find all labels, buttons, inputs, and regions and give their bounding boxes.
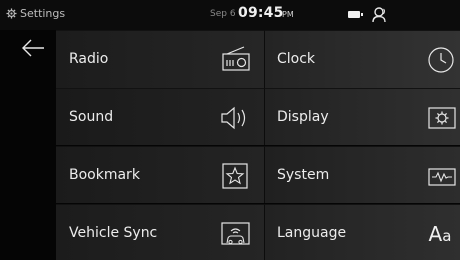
menu-tile-sound[interactable]: Sound (56, 88, 264, 145)
status-title-group: Settings (6, 7, 65, 20)
menu-label-radio: Radio (69, 51, 109, 67)
star-icon (222, 163, 248, 189)
language-glyph-small: a (442, 227, 452, 245)
radio-icon (222, 46, 250, 71)
menu-label-display: Display (277, 109, 329, 125)
settings-menu-grid: Radio Clock Sound Display Bookmark Syste… (56, 30, 460, 260)
battery-icon (348, 11, 363, 18)
menu-tile-display[interactable]: Display (264, 88, 460, 145)
vehicle-sync-icon (221, 222, 250, 245)
waveform-icon (428, 168, 456, 186)
menu-tile-bookmark[interactable]: Bookmark (56, 146, 264, 203)
status-ampm: PM (282, 10, 294, 19)
clock-icon (428, 47, 454, 73)
gear-icon (6, 8, 17, 19)
language-glyph-big: A (428, 222, 443, 246)
menu-tile-system[interactable]: System (264, 146, 460, 203)
left-rail (0, 30, 56, 260)
status-bar: Settings Sep 6 09:45 PM (0, 0, 460, 30)
menu-label-language: Language (277, 225, 347, 241)
menu-label-bookmark: Bookmark (69, 167, 140, 183)
menu-label-sound: Sound (69, 109, 114, 125)
menu-tile-clock[interactable]: Clock (264, 30, 460, 88)
menu-label-vehicle-sync: Vehicle Sync (69, 225, 158, 241)
speaker-icon (221, 106, 246, 130)
language-icon: Aa (423, 217, 457, 251)
display-gear-icon (428, 107, 456, 129)
menu-tile-vehicle-sync[interactable]: Vehicle Sync (56, 204, 264, 260)
menu-tile-language[interactable]: Language Aa (264, 204, 460, 260)
status-date: Sep 6 (210, 9, 236, 19)
menu-tile-radio[interactable]: Radio (56, 30, 264, 88)
profile-icon[interactable] (370, 6, 388, 24)
menu-label-system: System (277, 167, 330, 183)
back-arrow-icon[interactable] (20, 38, 46, 58)
status-time: 09:45 (238, 5, 284, 21)
app-title: Settings (20, 7, 66, 20)
menu-label-clock: Clock (277, 51, 316, 67)
